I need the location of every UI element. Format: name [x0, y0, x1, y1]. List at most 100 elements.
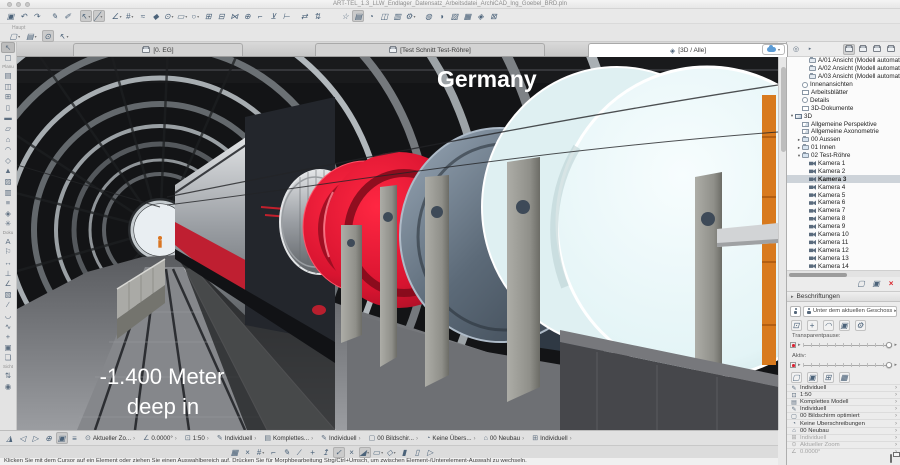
zoom-row[interactable]: ⊙ Aktueller Zoom — [787, 441, 900, 448]
layers-icon[interactable]: ▤ — [352, 10, 364, 22]
redo-icon[interactable]: ↷ — [31, 10, 43, 22]
annotation-visibility-button[interactable] — [790, 306, 801, 317]
tree-item[interactable]: A/01 Ansicht (Modell automatisch wieder … — [787, 57, 900, 65]
gap[interactable] — [324, 10, 338, 22]
publisher-button[interactable] — [885, 44, 897, 55]
shell-tool-icon[interactable]: ◠ — [1, 144, 15, 155]
fill-pen-icon[interactable]: ▮ — [398, 447, 410, 458]
pick-up-parameters-icon[interactable]: ✎ — [49, 10, 61, 22]
lamp-tool-icon[interactable]: ✳ — [1, 219, 15, 230]
plus-icon[interactable]: + — [307, 447, 319, 458]
fill-display-icon[interactable]: ▧ — [448, 10, 460, 22]
tree-item[interactable]: ▸ 00 Aussen — [787, 136, 900, 144]
teamwork-cloud-button[interactable]: ▾ — [762, 44, 785, 55]
trim-icon[interactable]: ⊻ — [267, 10, 279, 22]
structure-row[interactable]: ▤ Komplettes Modell — [787, 398, 900, 405]
delete-viewpoint-icon[interactable]: × — [886, 278, 897, 289]
filter-icon[interactable]: ⊡ — [791, 320, 802, 331]
wall-tool-icon[interactable]: ▤ — [1, 70, 15, 81]
teamwork-receive-icon[interactable]: ⇅ — [311, 10, 323, 22]
snap-points-icon[interactable]: ◆ — [150, 10, 162, 22]
scrollbar-thumb[interactable] — [789, 273, 847, 277]
tree-item[interactable]: Innenansichten — [787, 81, 900, 89]
quick-options-icon[interactable]: ◔ — [365, 10, 377, 22]
corner-icon[interactable]: ⌐ — [268, 447, 280, 458]
zoom-fit-icon[interactable]: ⊕ — [241, 10, 253, 22]
orbit-icon[interactable]: ≡ — [69, 432, 81, 444]
tree-item[interactable]: Arbeitsblätter — [787, 89, 900, 97]
text-tool-icon[interactable]: A — [1, 236, 15, 247]
scale-dropdown[interactable]: ⊡ 1:50 — [181, 434, 213, 442]
separator[interactable] — [417, 10, 421, 22]
zone-tool-icon[interactable]: ▨ — [1, 176, 15, 187]
toolbox-section-planung[interactable]: Planu — [1, 63, 15, 70]
figure-tool-icon[interactable]: ▣ — [1, 342, 15, 353]
zoom-icon[interactable]: ⊕ — [43, 432, 55, 444]
story-filter-select[interactable]: Unter dem aktuellen Geschoss ▸ — [803, 306, 897, 317]
camera-tool-icon[interactable]: ◉ — [1, 381, 15, 392]
graphic-override-dropdown[interactable]: ◔ Keine Übers... — [422, 434, 480, 442]
scrollbar-thumb[interactable] — [781, 67, 786, 152]
pen-set-dropdown[interactable]: ✎ Individuell — [213, 434, 260, 442]
viewport-scrollbar[interactable] — [778, 57, 786, 430]
tree-item[interactable]: Kamera 14 — [787, 262, 900, 270]
3d-viewport[interactable]: Germany -1.400 Meter deep in — [17, 57, 778, 430]
beschriftungen-section-header[interactable]: ▸ Beschriftungen — [787, 291, 900, 302]
render-icon[interactable]: ◍ — [422, 10, 434, 22]
projektmappe-button[interactable] — [843, 44, 855, 55]
dome-icon[interactable]: ◠ — [823, 320, 834, 331]
box-method-icon[interactable]: ▭ — [372, 447, 385, 458]
construction-circle-icon[interactable]: ○ — [189, 10, 201, 22]
tree-item[interactable]: Allgemeine Perspektive — [787, 120, 900, 128]
dimension-tool-icon[interactable]: ↔ — [1, 257, 15, 268]
navigator-popout-icon[interactable]: ▸ — [804, 44, 816, 55]
snap-guides-icon[interactable]: ≈ — [137, 10, 149, 22]
transparentpause-slider[interactable]: ▸ ▸ — [790, 340, 897, 350]
measure-icon[interactable]: ⊢ — [280, 10, 292, 22]
default-settings-button[interactable]: ⊙ — [42, 30, 54, 42]
dimension-dropdown[interactable]: ⊞ Individuell — [528, 434, 575, 442]
construction-box-icon[interactable]: ▭ — [176, 10, 189, 22]
separator[interactable] — [44, 10, 48, 22]
level-dimension-tool-icon[interactable]: ⊥ — [1, 268, 15, 279]
delete-icon[interactable]: × — [242, 447, 254, 458]
inject-parameters-icon[interactable]: ✐ — [62, 10, 74, 22]
tree-item[interactable]: Kamera 9 — [787, 223, 900, 231]
tool-indicator-icon[interactable]: ◮ — [4, 432, 16, 444]
tree-item[interactable]: Kamera 11 — [787, 238, 900, 246]
tree-item[interactable]: Allgemeine Axonometrie — [787, 128, 900, 136]
tree-item[interactable]: Kamera 7 — [787, 207, 900, 215]
tree-item[interactable]: Kamera 4 — [787, 183, 900, 191]
copy-icon[interactable]: ▣ — [839, 320, 850, 331]
diamond-method-icon[interactable]: ◇ — [385, 447, 397, 458]
guide-lines-icon[interactable]: ∠ — [111, 10, 123, 22]
panel-settings-icon[interactable]: ⚙ — [855, 320, 866, 331]
favorites-dropdown[interactable]: ▤ — [25, 30, 38, 42]
tree-item[interactable]: Details — [787, 96, 900, 104]
tree-item[interactable]: Kamera 3 — [787, 175, 900, 183]
tree-item[interactable]: A/02 Ansicht (Modell automatisch wieder … — [787, 65, 900, 73]
arrow-tool-icon[interactable]: ↖ — [1, 42, 15, 53]
clone-viewpoint-icon[interactable]: ▣ — [871, 278, 882, 289]
stair-tool-icon[interactable]: ≡ — [1, 197, 15, 208]
model-darstellung-row[interactable]: ✎ Individuell — [787, 384, 900, 391]
tree-item[interactable]: Kamera 2 — [787, 167, 900, 175]
tree-item[interactable]: Kamera 10 — [787, 231, 900, 239]
drawing-tool-icon[interactable]: ❏ — [1, 353, 15, 364]
marquee-tool-icon[interactable]: ▢ — [1, 53, 15, 64]
pen-icon[interactable]: ✎ — [281, 447, 293, 458]
slab-tool-icon[interactable]: ▱ — [1, 123, 15, 134]
publish-icon[interactable]: ▥ — [391, 10, 403, 22]
slider-thumb[interactable] — [886, 362, 892, 368]
tree-item[interactable]: ▸ 01 Innen — [787, 144, 900, 152]
solid-icon[interactable]: ▦ — [839, 372, 850, 383]
arc-tool-icon[interactable]: ◡ — [1, 310, 15, 321]
marquee-tool-icon[interactable]: ╱ — [93, 10, 105, 22]
layer-combination-row[interactable]: ▢ 00 Bildschirm optimiert — [787, 412, 900, 419]
shadow-icon[interactable]: ◑ — [435, 10, 447, 22]
mesh-tool-icon[interactable]: ▲ — [1, 166, 15, 177]
cancel-icon[interactable]: × — [346, 447, 358, 458]
polyline-tool-icon[interactable]: ∿ — [1, 321, 15, 332]
model-darstellung-dropdown[interactable]: ✎ Individuell — [317, 434, 364, 442]
aktiv-slider[interactable]: ▸ ▸ — [790, 360, 897, 370]
